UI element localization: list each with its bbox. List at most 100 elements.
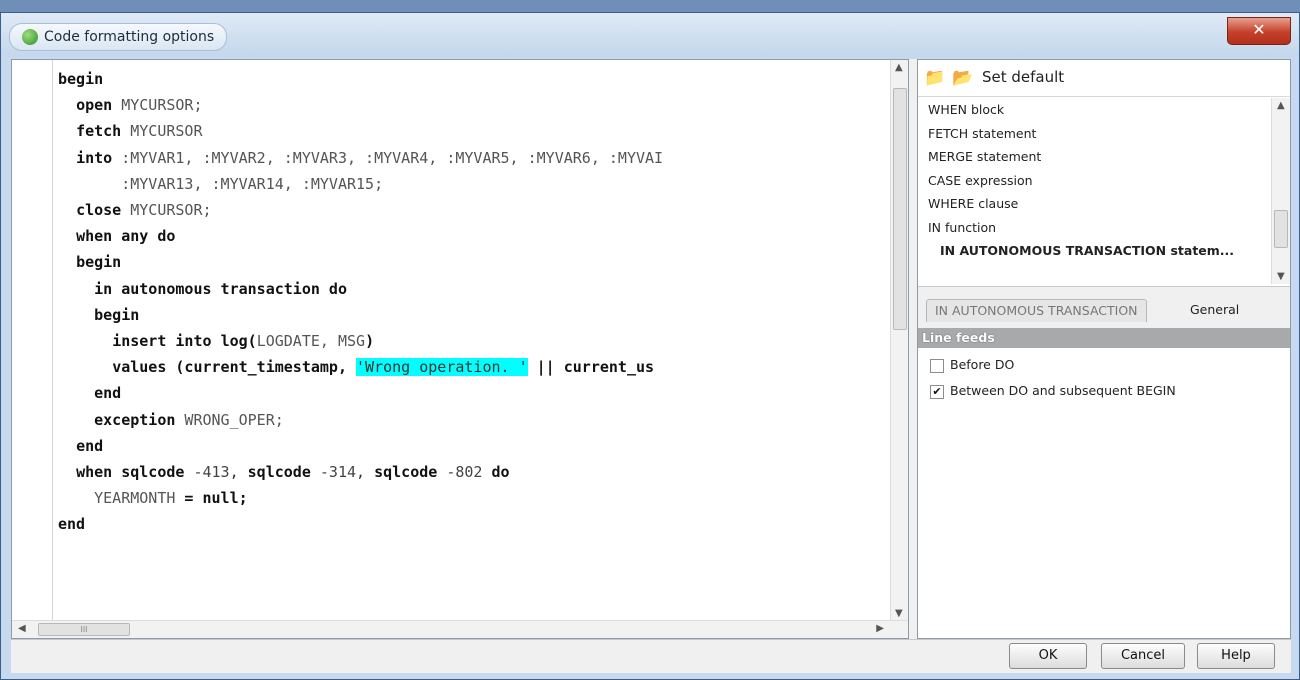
editor-vscroll-thumb[interactable] [893, 88, 907, 330]
title-bar: Code formatting options ✕ [1, 13, 1299, 57]
statement-list-item[interactable]: CASE expression [918, 169, 1290, 193]
editor-gutter [12, 60, 53, 621]
code-line: into :MYVAR1, :MYVAR2, :MYVAR3, :MYVAR4,… [58, 145, 888, 171]
statement-list-item[interactable]: WHERE clause [918, 192, 1290, 216]
cancel-button[interactable]: Cancel [1101, 643, 1185, 669]
code-token: close [76, 201, 122, 220]
code-token: -802 [437, 463, 483, 482]
statement-list-item[interactable]: FETCH statement [918, 122, 1290, 146]
code-token: values (current_timestamp, [112, 358, 347, 377]
code-token: -314 [310, 463, 357, 482]
statement-list-item[interactable]: MERGE statement [918, 145, 1290, 169]
code-token: ) [365, 332, 375, 351]
code-token: MYCURSOR [121, 122, 203, 141]
dialog-client: begin open MYCURSOR; fetch MYCURSOR into… [11, 59, 1291, 673]
scroll-right-icon[interactable]: ▶ [876, 623, 884, 634]
code-line: YEARMONTH = null; [58, 485, 888, 511]
code-token: do [482, 463, 510, 482]
code-token: , [356, 463, 375, 482]
code-line: values (current_timestamp, 'Wrong operat… [58, 354, 888, 380]
list-scroll-down-icon[interactable]: ▼ [1277, 271, 1285, 282]
code-token: -413 [184, 463, 230, 482]
scroll-down-icon[interactable]: ▼ [895, 608, 903, 619]
window-title: Code formatting options [44, 29, 215, 45]
code-token: MYCURSOR; [112, 96, 203, 115]
ok-button[interactable]: OK [1009, 643, 1087, 669]
code-line: end [58, 380, 888, 406]
editor-vertical-scrollbar[interactable]: ▲ ▼ [890, 60, 908, 621]
code-token: exception [94, 410, 176, 429]
code-line: when sqlcode -413, sqlcode -314, sqlcode… [58, 459, 888, 485]
editor-hscroll-thumb[interactable]: III [38, 623, 130, 636]
code-token: into [76, 148, 113, 167]
code-line: insert into log(LOGDATE, MSG) [58, 328, 888, 354]
option-label: Before DO [950, 357, 1015, 372]
code-line: begin [58, 249, 888, 275]
code-token: begin [76, 253, 122, 272]
editor-horizontal-scrollbar[interactable]: ◀ III ▶ [12, 620, 908, 638]
code-token: when any do [76, 227, 176, 246]
code-token: MYCURSOR; [121, 201, 212, 220]
code-token: sqlcode [247, 463, 311, 482]
statement-list[interactable]: WHEN block FETCH statement MERGE statement… [918, 98, 1290, 286]
code-line: :MYVAR13, :MYVAR14, :MYVAR15; [58, 171, 888, 197]
before-do-checkbox[interactable] [930, 358, 944, 373]
load-settings-icon[interactable]: 📁 [924, 68, 946, 88]
tab-in-autonomous-transaction[interactable]: IN AUTONOMOUS TRANSACTION [926, 299, 1147, 322]
code-line: begin [58, 66, 888, 92]
code-line: in autonomous transaction do [58, 276, 888, 302]
help-button[interactable]: Help [1197, 643, 1275, 669]
code-editor[interactable]: begin open MYCURSOR; fetch MYCURSOR into… [11, 59, 909, 639]
option-before-do[interactable]: Before DO [930, 356, 1014, 374]
code-token: WRONG_OPER; [175, 410, 284, 429]
scroll-left-icon[interactable]: ◀ [18, 623, 26, 634]
footer-separator [11, 639, 1291, 640]
code-token: sqlcode [374, 463, 438, 482]
list-scrollbar[interactable]: ▲ ▼ [1271, 98, 1290, 284]
code-token: log( [220, 332, 257, 351]
scroll-up-icon[interactable]: ▲ [895, 62, 903, 73]
statement-list-item[interactable]: WHEN block [918, 98, 1290, 122]
list-scroll-thumb[interactable] [1274, 210, 1288, 248]
code-line: close MYCURSOR; [58, 197, 888, 223]
options-tabs: IN AUTONOMOUS TRANSACTION General [918, 286, 1290, 331]
option-between-do-begin[interactable]: ✔ Between DO and subsequent BEGIN [930, 382, 1176, 400]
statement-list-item[interactable]: IN function [918, 216, 1290, 240]
between-do-begin-checkbox[interactable]: ✔ [930, 384, 944, 399]
statement-list-item[interactable]: IN AUTONOMOUS TRANSACTION statem... [918, 239, 1290, 263]
list-scroll-up-icon[interactable]: ▲ [1277, 100, 1285, 111]
options-toolbar: 📁 📂 Set default [918, 60, 1290, 97]
dialog-window: Code formatting options ✕ begin open MYC… [0, 12, 1300, 680]
code-token: :MYVAR13, :MYVAR14, :MYVAR15; [58, 174, 384, 193]
code-line: fetch MYCURSOR [58, 118, 888, 144]
code-token: begin [58, 70, 104, 88]
close-button[interactable]: ✕ [1227, 17, 1291, 45]
code-token: insert into [112, 332, 212, 351]
save-settings-icon[interactable]: 📂 [952, 68, 974, 88]
code-text[interactable]: begin open MYCURSOR; fetch MYCURSOR into… [58, 66, 888, 614]
code-token: || current_us [527, 358, 655, 377]
code-token: end [58, 515, 86, 534]
app-icon [22, 29, 38, 45]
code-line: end [58, 433, 888, 459]
options-panel: 📁 📂 Set default WHEN block FETCH statemen… [917, 59, 1291, 639]
tab-general[interactable]: General [1190, 299, 1239, 321]
hscroll-grip: III [80, 625, 88, 634]
code-line: when any do [58, 223, 888, 249]
code-token: begin [94, 305, 140, 324]
set-default-button[interactable]: Set default [982, 68, 1064, 86]
code-token: fetch [76, 122, 122, 141]
